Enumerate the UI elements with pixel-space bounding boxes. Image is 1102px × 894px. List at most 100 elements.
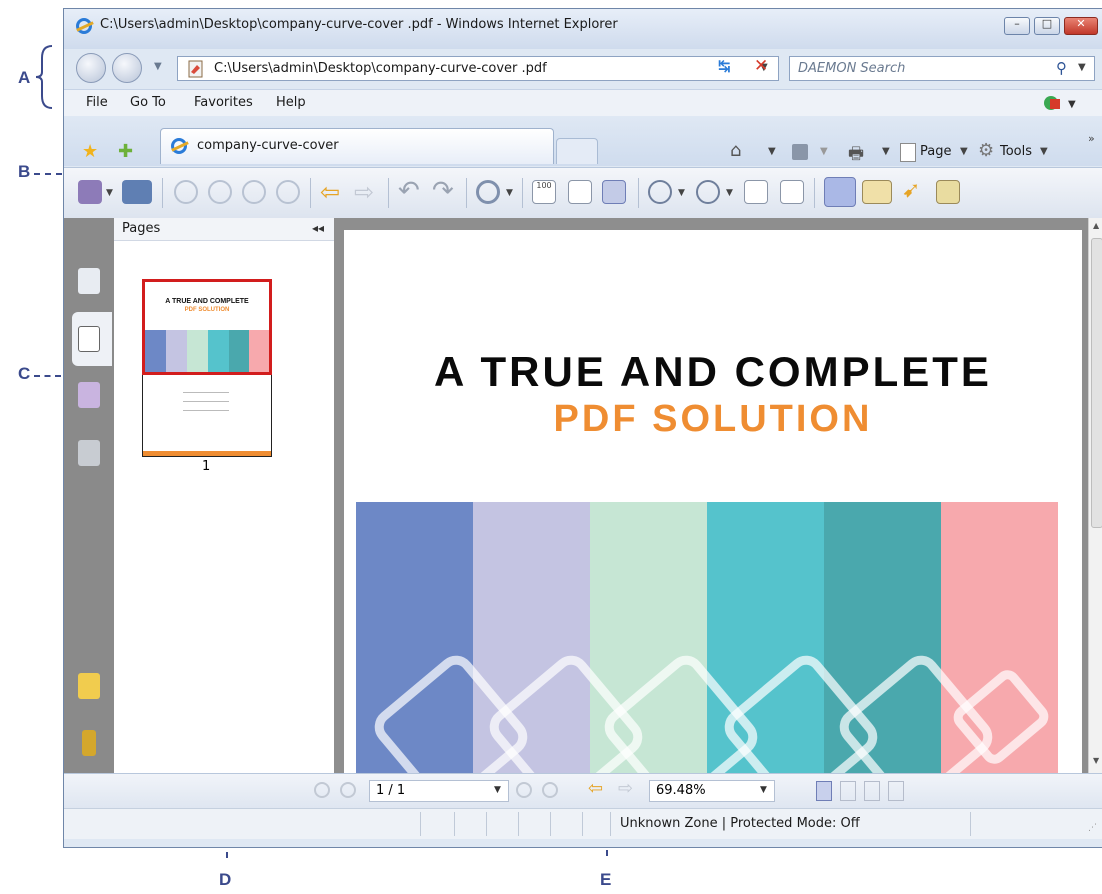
zoom-dropdown-icon[interactable]: ▼ — [506, 188, 513, 198]
snapshot-tool-icon[interactable] — [862, 180, 892, 204]
layers-icon[interactable] — [78, 440, 100, 466]
new-tab-button[interactable] — [556, 138, 598, 164]
redo-icon[interactable]: ↷ — [432, 176, 454, 206]
menu-help[interactable]: Help — [276, 95, 306, 110]
maximize-button[interactable]: □ — [1034, 17, 1060, 35]
tools-dropdown-icon[interactable]: ▼ — [1040, 146, 1048, 157]
callout-d: D — [219, 870, 232, 889]
nav-next-page-icon[interactable] — [516, 782, 532, 798]
refresh-icon[interactable]: ↹ — [718, 57, 731, 75]
forward-button[interactable] — [112, 53, 142, 83]
scroll-thumb[interactable] — [1091, 238, 1102, 528]
next-page-icon[interactable] — [242, 180, 266, 204]
pdf-print-icon[interactable] — [122, 180, 152, 204]
callout-c: C — [18, 364, 31, 383]
zoom-out-dropdown-icon[interactable]: ▼ — [678, 188, 685, 198]
save-icon[interactable] — [78, 180, 102, 204]
address-bar[interactable]: C:\Users\admin\Desktop\company-curve-cov… — [177, 56, 779, 81]
continuous-facing-view-icon[interactable] — [888, 781, 904, 801]
title-bar: C:\Users\admin\Desktop\company-curve-cov… — [64, 9, 1102, 49]
nav-previous-view-icon[interactable]: ⇦ — [588, 778, 603, 799]
actual-size-icon[interactable]: 100 — [532, 180, 556, 204]
undo-icon[interactable]: ↶ — [398, 176, 420, 206]
close-button[interactable]: ✕ — [1064, 17, 1098, 35]
nav-last-page-icon[interactable] — [542, 782, 558, 798]
back-button[interactable] — [76, 53, 106, 83]
home-dropdown-icon[interactable]: ▼ — [768, 146, 776, 157]
zoom-dropdown-arrow-icon[interactable]: ▼ — [760, 785, 767, 795]
print-dropdown-icon[interactable]: ▼ — [882, 146, 890, 157]
save-dropdown-icon[interactable]: ▼ — [106, 188, 113, 198]
bookmarks-icon[interactable] — [78, 268, 100, 294]
zoom-in-small-icon[interactable] — [696, 180, 720, 204]
attachments-icon[interactable] — [82, 730, 96, 756]
vertical-scrollbar[interactable]: ▲ ▼ — [1088, 218, 1102, 773]
rotate-right-icon[interactable] — [780, 180, 804, 204]
last-page-icon[interactable] — [276, 180, 300, 204]
zoom-level-input[interactable]: 69.48% ▼ — [649, 780, 775, 802]
stop-icon[interactable]: ✕ — [754, 56, 768, 76]
pages-icon — [78, 326, 100, 352]
print-icon[interactable]: 🖶 — [848, 141, 864, 170]
scroll-down-icon[interactable]: ▼ — [1093, 756, 1099, 765]
zoom-in-icon[interactable] — [476, 180, 500, 204]
tab-label: company-curve-cover — [197, 138, 339, 153]
select-tool-icon[interactable]: ➹ — [902, 178, 920, 203]
nav-previous-page-icon[interactable] — [340, 782, 356, 798]
annotations-icon[interactable] — [78, 673, 100, 699]
facing-view-icon[interactable] — [864, 781, 880, 801]
previous-page-icon[interactable] — [208, 180, 232, 204]
next-view-icon[interactable]: ⇨ — [354, 178, 374, 206]
scroll-up-icon[interactable]: ▲ — [1093, 221, 1099, 230]
single-page-view-icon[interactable] — [816, 781, 832, 801]
favorites-star-icon[interactable]: ★ — [82, 141, 98, 162]
history-dropdown-icon[interactable]: ▼ — [154, 61, 162, 72]
previous-view-icon[interactable]: ⇦ — [320, 178, 340, 206]
minimize-button[interactable]: – — [1004, 17, 1030, 35]
menu-file[interactable]: File — [86, 95, 108, 110]
page-icon — [900, 143, 916, 162]
status-bar: Unknown Zone | Protected Mode: Off ⋰ — [64, 808, 1102, 839]
search-input[interactable]: DAEMON Search — [798, 61, 905, 76]
document-view[interactable]: A TRUE AND COMPLETE PDF SOLUTION — [334, 218, 1088, 773]
page-dropdown-icon[interactable]: ▼ — [960, 146, 968, 157]
home-icon[interactable]: ⌂ — [730, 140, 741, 161]
fit-page-icon[interactable] — [568, 180, 592, 204]
page-menu[interactable]: Page — [920, 144, 951, 159]
menu-favorites[interactable]: Favorites — [194, 95, 253, 110]
tab-row: ★ ✚ company-curve-cover ⌂ ▼ ▼ 🖶 ▼ Page ▼… — [64, 116, 1102, 166]
pdf-page: A TRUE AND COMPLETE PDF SOLUTION — [344, 230, 1082, 773]
menu-bar: File Go To Favorites Help ▼ — [64, 89, 1102, 117]
hand-tool-icon[interactable] — [824, 177, 856, 207]
resize-grip-icon[interactable]: ⋰ — [1088, 823, 1097, 833]
menu-go-to[interactable]: Go To — [130, 95, 166, 110]
search-icon[interactable]: ⚲ — [1056, 59, 1067, 77]
rotate-left-icon[interactable] — [744, 180, 768, 204]
search-options-icon[interactable]: ▼ — [1078, 62, 1086, 73]
add-favorites-icon[interactable]: ✚ — [118, 141, 133, 162]
first-page-icon[interactable] — [174, 180, 198, 204]
tools-menu[interactable]: Tools — [1000, 144, 1032, 159]
page-dropdown-arrow-icon[interactable]: ▼ — [494, 785, 501, 795]
collapse-panel-icon[interactable]: ◂◂ — [312, 221, 324, 235]
toolbar-addon-icon[interactable]: ▼ — [1042, 93, 1082, 113]
find-icon[interactable] — [936, 180, 960, 204]
fit-width-icon[interactable] — [602, 180, 626, 204]
tab-company-curve-cover[interactable]: company-curve-cover — [160, 128, 554, 164]
zoom-in-dropdown-icon[interactable]: ▼ — [726, 188, 733, 198]
nav-first-page-icon[interactable] — [314, 782, 330, 798]
feeds-dropdown-icon[interactable]: ▼ — [820, 146, 828, 157]
document-title-line1: A TRUE AND COMPLETE — [434, 348, 992, 395]
page-navigation-bar: 1 / 1 ▼ ⇦ ⇨ 69.48% ▼ — [64, 773, 1102, 808]
feeds-icon[interactable] — [792, 144, 808, 160]
nav-next-view-icon[interactable]: ⇨ — [618, 778, 633, 799]
zoom-out-icon[interactable] — [648, 180, 672, 204]
more-commands-icon[interactable]: » — [1088, 132, 1095, 145]
search-box[interactable]: DAEMON Search ⚲ ▼ — [789, 56, 1095, 81]
callout-a-brace — [35, 45, 53, 109]
callout-b-line — [34, 173, 62, 175]
comments-icon[interactable] — [78, 382, 100, 408]
pages-panel: Pages ◂◂ A TRUE AND COMPLETE PDF SOLUTIO… — [114, 218, 334, 773]
continuous-view-icon[interactable] — [840, 781, 856, 801]
page-number-input[interactable]: 1 / 1 ▼ — [369, 780, 509, 802]
